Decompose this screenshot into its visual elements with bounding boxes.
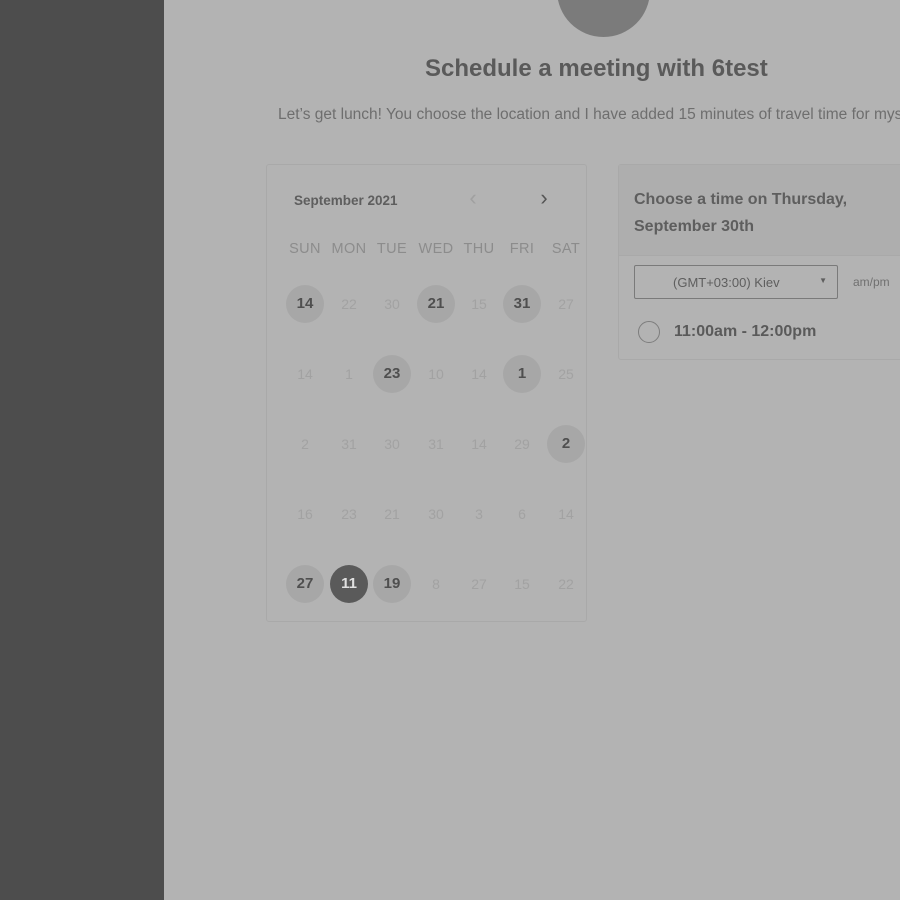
unavailable-day: 29 [514, 436, 530, 452]
available-day[interactable]: 2 [547, 425, 585, 463]
unavailable-day: 27 [471, 576, 487, 592]
unavailable-day: 8 [432, 576, 440, 592]
unavailable-day: 23 [341, 506, 357, 522]
unavailable-day: 22 [558, 576, 574, 592]
month-label: September 2021 [294, 193, 398, 208]
unavailable-day: 14 [471, 436, 487, 452]
caret-down-icon: ▼ [819, 276, 827, 285]
available-day[interactable]: 14 [286, 285, 324, 323]
unavailable-day: 30 [384, 436, 400, 452]
timezone-select[interactable]: (GMT+03:00) Kiev ▼ [634, 265, 838, 299]
time-slot-radio[interactable] [638, 321, 660, 343]
unavailable-day: 27 [558, 296, 574, 312]
main-panel: Schedule a meeting with 6test Let’s get … [164, 0, 900, 900]
available-day[interactable]: 31 [503, 285, 541, 323]
unavailable-day: 21 [384, 506, 400, 522]
page-title: Schedule a meeting with 6test [425, 55, 768, 82]
left-sidebar [0, 0, 164, 900]
unavailable-day: 22 [341, 296, 357, 312]
unavailable-day: 15 [471, 296, 487, 312]
weekday-mon: MON [331, 241, 367, 257]
chevron-left-icon[interactable]: ‹ [461, 187, 485, 209]
avatar [557, 0, 650, 37]
timezone-value: (GMT+03:00) Kiev [673, 275, 780, 290]
available-day[interactable]: 19 [373, 565, 411, 603]
unavailable-day: 31 [341, 436, 357, 452]
available-day[interactable]: 23 [373, 355, 411, 393]
weekday-tue: TUE [376, 241, 408, 257]
unavailable-day: 3 [475, 506, 483, 522]
unavailable-day: 16 [297, 506, 313, 522]
unavailable-day: 15 [514, 576, 530, 592]
time-heading: Choose a time on Thursday, September 30t… [634, 191, 848, 235]
available-day[interactable]: 21 [417, 285, 455, 323]
time-slot-label[interactable]: 11:00am - 12:00pm [674, 323, 816, 341]
selected-day[interactable]: 11 [330, 565, 368, 603]
available-day[interactable]: 27 [286, 565, 324, 603]
unavailable-day: 30 [428, 506, 444, 522]
weekday-fri: FRI [509, 241, 535, 257]
unavailable-day: 14 [297, 366, 313, 382]
time-format-toggle[interactable]: am/pm [853, 275, 890, 289]
available-day[interactable]: 1 [503, 355, 541, 393]
unavailable-day: 10 [428, 366, 444, 382]
unavailable-day: 2 [301, 436, 309, 452]
unavailable-day: 25 [558, 366, 574, 382]
unavailable-day: 1 [345, 366, 353, 382]
weekday-wed: WED [418, 241, 454, 257]
calendar: September 2021 ‹ › SUN MON TUE WED THU FRI SAT… [266, 164, 587, 622]
meeting-description: Let’s get lunch! You choose the location… [278, 106, 900, 123]
time-header: Choose a time on Thursday, September 30t… [619, 165, 900, 256]
unavailable-day: 31 [428, 436, 444, 452]
weekday-sun: SUN [289, 241, 321, 257]
weekday-thu: THU [463, 241, 495, 257]
weekday-sat: SAT [551, 241, 581, 257]
unavailable-day: 14 [471, 366, 487, 382]
chevron-right-icon[interactable]: › [532, 187, 556, 209]
time-picker: Choose a time on Thursday, September 30t… [618, 164, 900, 360]
unavailable-day: 6 [518, 506, 526, 522]
unavailable-day: 30 [384, 296, 400, 312]
unavailable-day: 14 [558, 506, 574, 522]
